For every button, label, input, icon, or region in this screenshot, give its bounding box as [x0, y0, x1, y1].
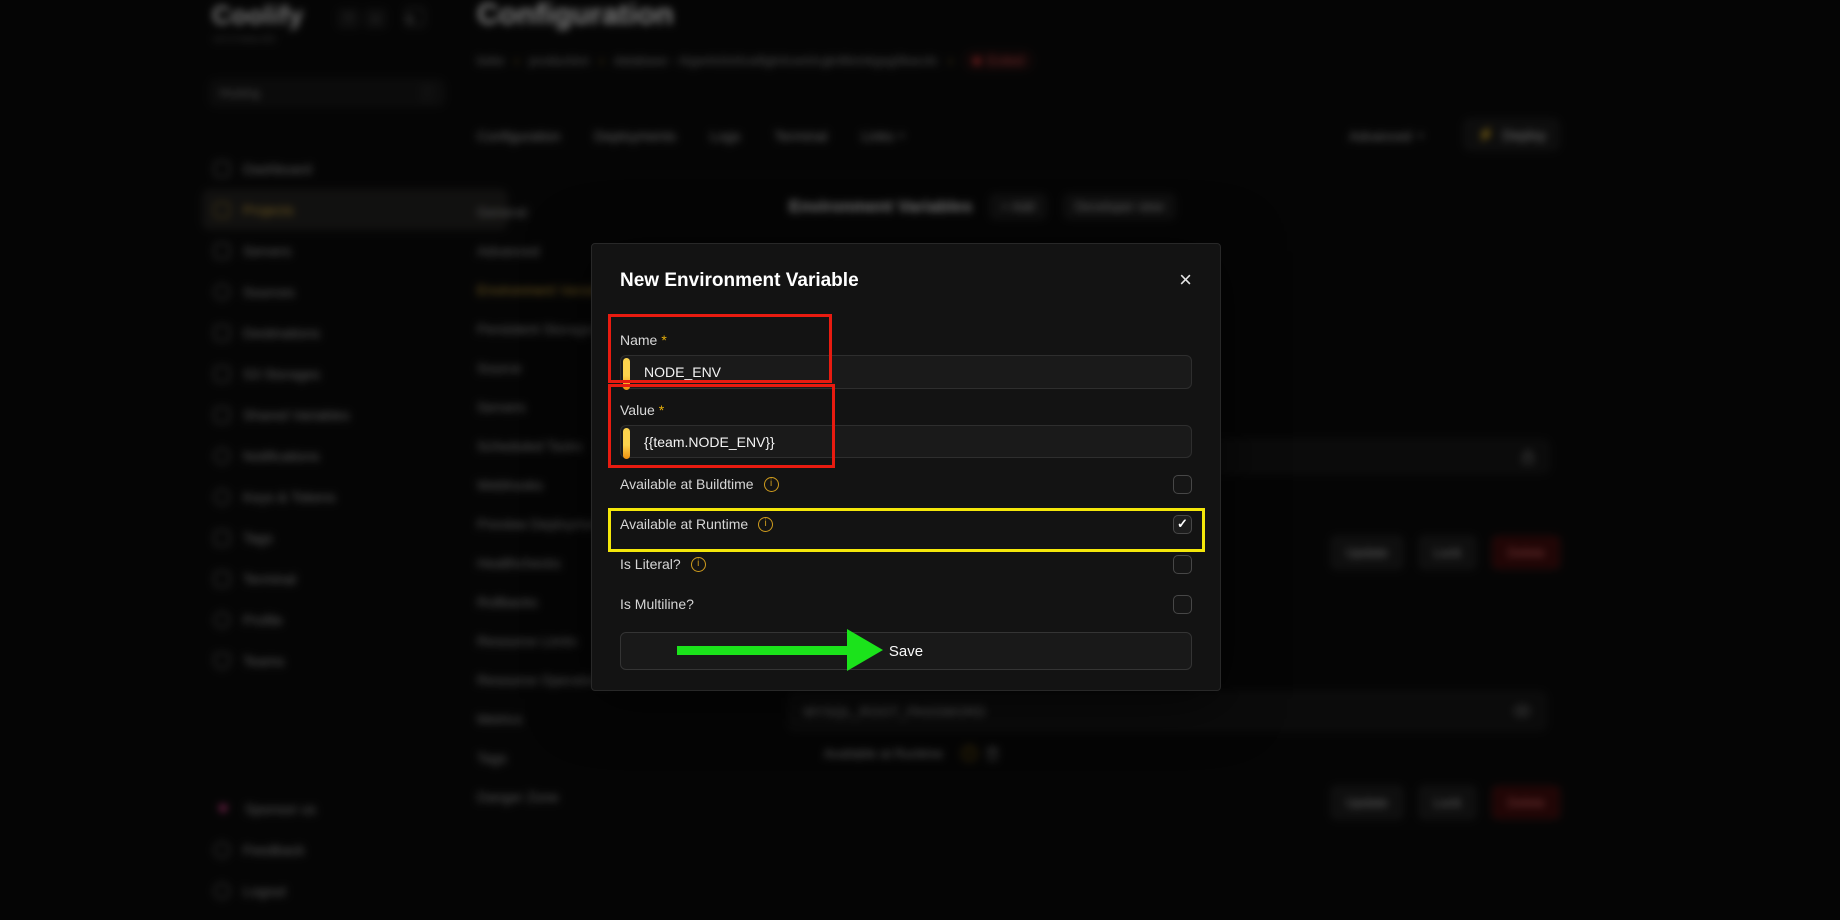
modal-title: New Environment Variable: [620, 270, 859, 292]
buildtime-label: Available at Buildtime: [620, 476, 754, 492]
annotation-red-box-value: [608, 384, 835, 468]
buildtime-checkbox[interactable]: [1173, 475, 1192, 494]
literal-checkbox[interactable]: [1173, 555, 1192, 574]
multiline-label: Is Multiline?: [620, 596, 694, 612]
multiline-row: Is Multiline?: [620, 584, 1192, 624]
close-icon[interactable]: ×: [1179, 270, 1192, 290]
literal-label: Is Literal?: [620, 556, 681, 572]
annotation-green-arrow-head: [847, 629, 883, 671]
annotation-green-arrow-shaft: [677, 646, 849, 655]
info-icon: i: [691, 557, 706, 572]
annotation-yellow-box-runtime: [608, 508, 1205, 552]
info-icon: i: [764, 477, 779, 492]
screenshot-stage: Coolify v4.0.0-beta.420 ? ± ≡ Hosting / …: [0, 0, 1840, 920]
buildtime-row: Available at Buildtime i: [620, 464, 1192, 504]
annotation-red-box-name: [608, 314, 832, 383]
multiline-checkbox[interactable]: [1173, 595, 1192, 614]
